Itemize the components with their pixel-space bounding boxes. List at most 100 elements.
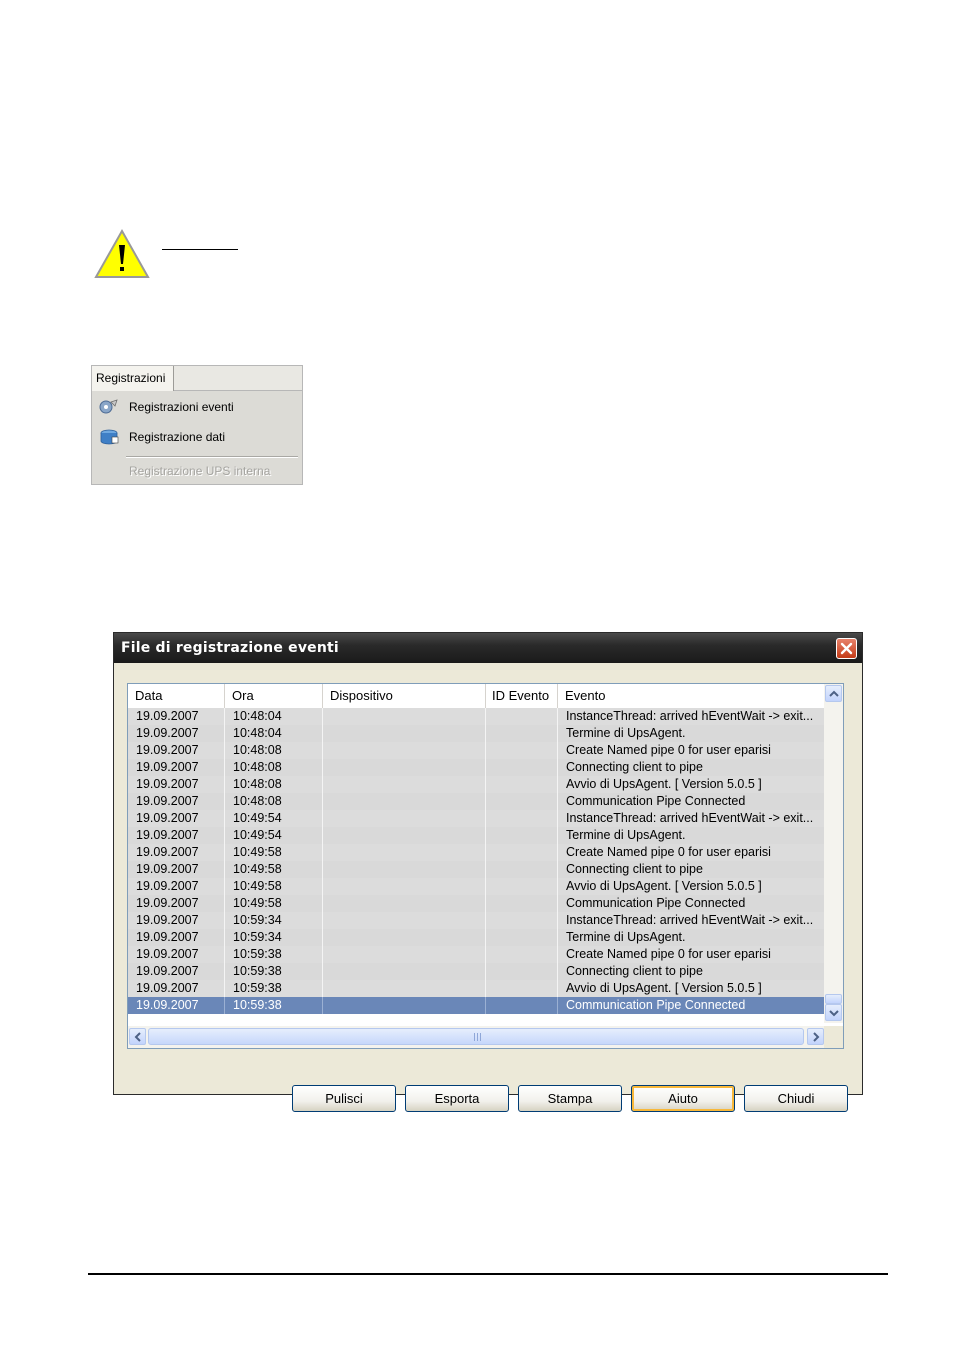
table-row[interactable]: 19.09.2007 10:59:34 Termine di UpsAgent. — [128, 929, 826, 946]
table-cell: 10:59:38 — [225, 997, 323, 1014]
table-cell: 10:48:08 — [225, 776, 323, 793]
table-cell: 10:49:54 — [225, 810, 323, 827]
horizontal-scrollbar[interactable] — [128, 1026, 826, 1048]
column-header-data[interactable]: Data — [128, 684, 225, 708]
table-cell: 10:48:08 — [225, 759, 323, 776]
footer-rule — [88, 1273, 888, 1275]
table-cell — [323, 844, 486, 861]
table-cell — [486, 827, 558, 844]
table-cell — [323, 997, 486, 1014]
event-list[interactable]: Data Ora Dispositivo ID Evento Evento 19… — [127, 683, 844, 1049]
table-cell: 19.09.2007 — [128, 946, 225, 963]
column-header-id-evento[interactable]: ID Evento — [486, 684, 558, 708]
dialog-title: File di registrazione eventi — [121, 640, 339, 656]
menu-item-label: Registrazione UPS interna — [129, 464, 271, 478]
table-row[interactable]: 19.09.2007 10:48:08 Create Named pipe 0 fo… — [128, 742, 826, 759]
table-row[interactable]: 19.09.2007 10:49:54 Termine di UpsAgent. — [128, 827, 826, 844]
scroll-right-button[interactable] — [807, 1028, 824, 1045]
menu-item-registrazioni-eventi[interactable]: Registrazioni eventi — [96, 393, 298, 421]
table-row[interactable]: 19.09.2007 10:49:58 Avvio di UpsAgent. [ V… — [128, 878, 826, 895]
table-row[interactable]: 19.09.2007 10:48:08 Avvio di UpsAgent. [ V… — [128, 776, 826, 793]
table-cell — [486, 997, 558, 1014]
table-cell: 19.09.2007 — [128, 708, 225, 725]
table-cell — [323, 708, 486, 725]
table-cell — [323, 759, 486, 776]
table-cell — [486, 980, 558, 997]
title-bar[interactable]: File di registrazione eventi — [114, 633, 862, 663]
vertical-scroll-thumb[interactable] — [825, 994, 842, 1004]
table-cell — [323, 725, 486, 742]
table-cell: 19.09.2007 — [128, 963, 225, 980]
table-cell — [486, 810, 558, 827]
table-cell — [486, 861, 558, 878]
table-row[interactable]: 19.09.2007 10:48:08 Communication Pipe Con… — [128, 793, 826, 810]
scroll-up-button[interactable] — [825, 685, 842, 702]
table-cell: Communication Pipe Connected — [558, 997, 826, 1014]
table-row[interactable]: 19.09.2007 10:49:58 Connecting client to p… — [128, 861, 826, 878]
menu-bar — [174, 366, 302, 391]
scroll-left-button[interactable] — [129, 1028, 146, 1045]
data-log-icon — [100, 429, 119, 445]
aiuto-button[interactable]: Aiuto — [631, 1085, 735, 1112]
table-row[interactable]: 19.09.2007 10:59:38 Create Named pipe 0 fo… — [128, 946, 826, 963]
chevron-left-icon — [134, 1032, 141, 1042]
table-cell: 10:48:08 — [225, 793, 323, 810]
table-cell — [323, 878, 486, 895]
table-row[interactable]: 19.09.2007 10:48:04 InstanceThread: arrive… — [128, 708, 826, 725]
warning-icon — [94, 228, 150, 278]
table-cell: 10:48:04 — [225, 725, 323, 742]
dialog-client-area: Data Ora Dispositivo ID Evento Evento 19… — [117, 663, 859, 1112]
table-cell: 10:59:38 — [225, 946, 323, 963]
table-cell: 19.09.2007 — [128, 878, 225, 895]
list-rows: 19.09.2007 10:48:04 InstanceThread: arrive… — [128, 708, 826, 1023]
table-cell: Termine di UpsAgent. — [558, 827, 826, 844]
table-cell: Avvio di UpsAgent. [ Version 5.0.5 ] — [558, 980, 826, 997]
event-log-icon — [99, 399, 118, 414]
table-row[interactable]: 19.09.2007 10:49:54 InstanceThread: arrive… — [128, 810, 826, 827]
table-row[interactable]: 19.09.2007 10:59:38 Connecting client to p… — [128, 963, 826, 980]
table-cell: 10:49:58 — [225, 844, 323, 861]
table-cell: InstanceThread: arrived hEventWait -> ex… — [558, 708, 826, 725]
pulisci-button[interactable]: Pulisci — [292, 1085, 396, 1112]
menu-item-label: Registrazione dati — [129, 430, 226, 444]
table-row[interactable]: 19.09.2007 10:49:58 Create Named pipe 0 fo… — [128, 844, 826, 861]
table-row[interactable]: 19.09.2007 10:59:38 Communication Pipe Con… — [128, 997, 826, 1014]
chiudi-button[interactable]: Chiudi — [744, 1085, 848, 1112]
table-cell: 10:49:58 — [225, 878, 323, 895]
vertical-scrollbar[interactable] — [824, 684, 843, 1023]
table-cell — [323, 963, 486, 980]
table-cell: 10:49:54 — [225, 827, 323, 844]
list-header: Data Ora Dispositivo ID Evento Evento — [128, 684, 826, 709]
table-row[interactable]: 19.09.2007 10:59:38 Avvio di UpsAgent. [ V… — [128, 980, 826, 997]
table-cell: 19.09.2007 — [128, 810, 225, 827]
table-cell: Connecting client to pipe — [558, 759, 826, 776]
scroll-down-button[interactable] — [825, 1004, 842, 1021]
stampa-button[interactable]: Stampa — [518, 1085, 622, 1112]
menu-tab-registrazioni[interactable]: Registrazioni — [92, 366, 174, 391]
table-cell: 10:49:58 — [225, 895, 323, 912]
table-cell: InstanceThread: arrived hEventWait -> ex… — [558, 810, 826, 827]
table-cell: Termine di UpsAgent. — [558, 929, 826, 946]
column-header-dispositivo[interactable]: Dispositivo — [323, 684, 486, 708]
chevron-down-icon — [829, 1010, 839, 1017]
table-cell: InstanceThread: arrived hEventWait -> ex… — [558, 912, 826, 929]
table-cell — [486, 708, 558, 725]
esporta-button[interactable]: Esporta — [405, 1085, 509, 1112]
table-row[interactable]: 19.09.2007 10:59:34 InstanceThread: arrive… — [128, 912, 826, 929]
menu-item-registrazione-ups-interna: Registrazione UPS interna — [96, 457, 298, 485]
table-row[interactable]: 19.09.2007 10:48:08 Connecting client to p… — [128, 759, 826, 776]
table-cell: 10:48:08 — [225, 742, 323, 759]
scrollbar-corner — [824, 1026, 843, 1048]
table-cell: 10:59:38 — [225, 980, 323, 997]
column-header-ora[interactable]: Ora — [225, 684, 323, 708]
close-button[interactable] — [836, 638, 857, 659]
table-cell: 10:59:38 — [225, 963, 323, 980]
table-row[interactable]: 19.09.2007 10:48:04 Termine di UpsAgent. — [128, 725, 826, 742]
table-cell: 19.09.2007 — [128, 725, 225, 742]
table-cell: 19.09.2007 — [128, 793, 225, 810]
table-row[interactable]: 19.09.2007 10:49:58 Communication Pipe Con… — [128, 895, 826, 912]
table-cell: Connecting client to pipe — [558, 963, 826, 980]
column-header-evento[interactable]: Evento — [558, 684, 826, 708]
horizontal-scroll-thumb[interactable] — [148, 1028, 804, 1045]
menu-item-registrazione-dati[interactable]: Registrazione dati — [96, 423, 298, 451]
